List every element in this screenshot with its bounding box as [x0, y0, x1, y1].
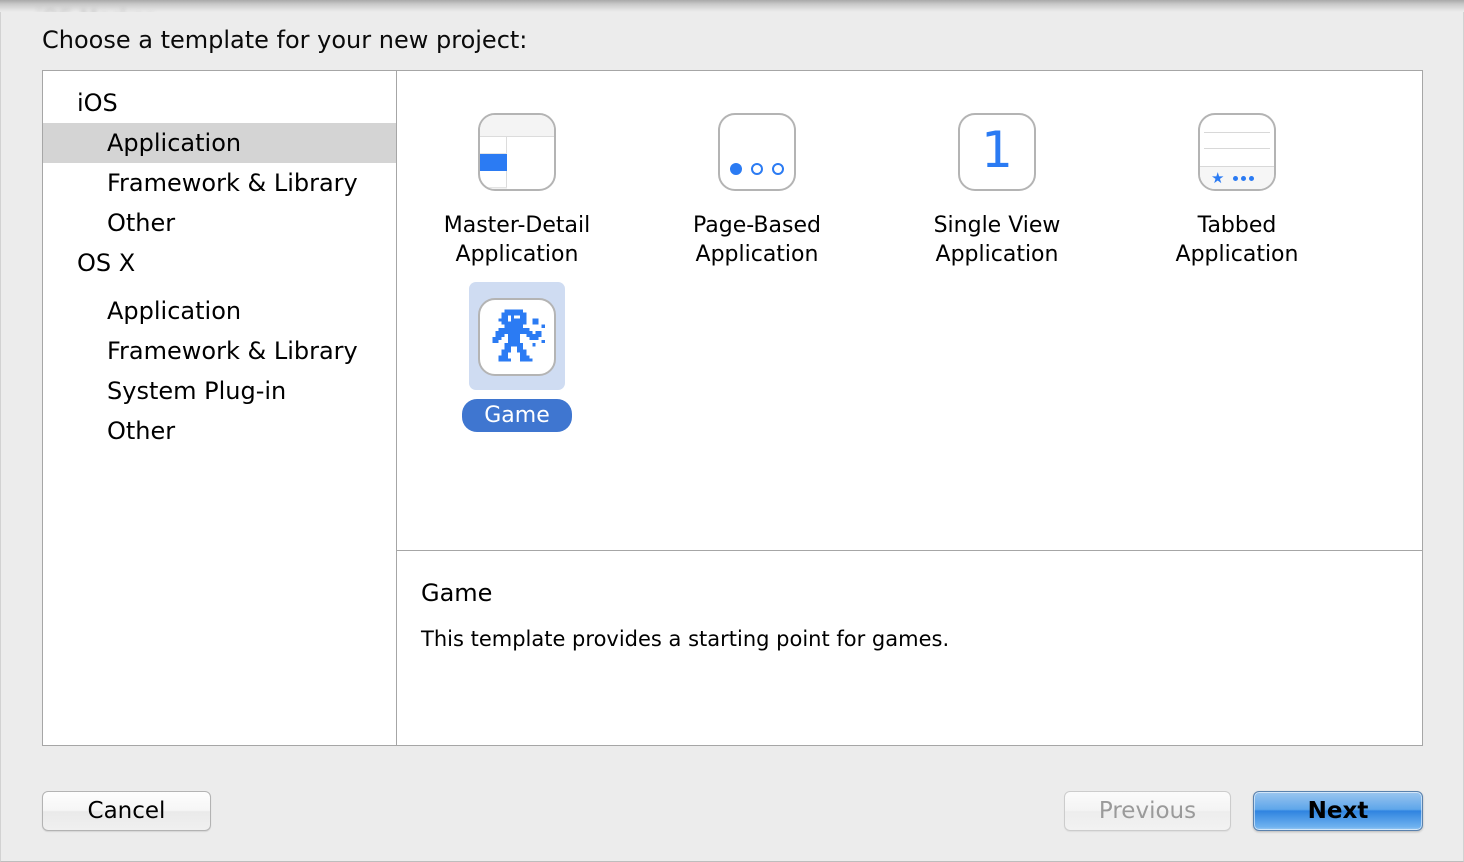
- sidebar-item-osx-framework-library[interactable]: Framework & Library: [43, 331, 396, 371]
- previous-button[interactable]: Previous: [1064, 791, 1231, 831]
- template-pane: Master-Detail Application Page-Based App…: [397, 71, 1422, 745]
- window-title-bar: [0, 0, 1464, 12]
- page-title: Choose a template for your new project:: [42, 26, 528, 54]
- sidebar-item-label: Application: [107, 297, 242, 325]
- description-title: Game: [421, 579, 493, 607]
- game-robot-icon: [478, 298, 556, 376]
- template-icon-wrap: [709, 97, 805, 205]
- sidebar-item-ios-application[interactable]: Application: [43, 123, 396, 163]
- more-dots-icon: [1233, 175, 1255, 181]
- template-tile-label: Page-Based Application: [693, 213, 821, 267]
- template-description-panel: Game This template provides a starting p…: [397, 550, 1422, 745]
- sidebar-group-label: iOS: [77, 89, 118, 117]
- template-chooser-content: iOS Application Framework & Library Othe…: [42, 70, 1423, 746]
- template-tile-label: Single View Application: [933, 213, 1061, 267]
- single-view-number: 1: [981, 121, 1013, 179]
- platform-category-sidebar[interactable]: iOS Application Framework & Library Othe…: [43, 71, 397, 745]
- star-icon: ★: [1211, 168, 1225, 187]
- template-tile-tabbed[interactable]: ★ Tabbed Application: [1117, 97, 1357, 282]
- description-body: This template provides a starting point …: [421, 627, 950, 651]
- cancel-button[interactable]: Cancel: [42, 791, 211, 831]
- new-project-template-dialog: Choose a template for your new project: …: [0, 12, 1464, 862]
- sidebar-item-label: Framework & Library: [107, 337, 358, 365]
- sidebar-item-label: Framework & Library: [107, 169, 358, 197]
- tabbed-icon: ★: [1198, 113, 1276, 191]
- template-tile-game[interactable]: Game: [397, 282, 637, 467]
- sidebar-item-osx-other[interactable]: Other: [43, 411, 396, 451]
- single-view-icon: 1: [958, 113, 1036, 191]
- sidebar-item-label: System Plug-in: [107, 377, 287, 405]
- sidebar-item-label: Other: [107, 209, 176, 237]
- template-tile-label: Tabbed Application: [1175, 213, 1299, 267]
- template-icon-wrap: 1: [949, 97, 1045, 205]
- template-tile-label: Game: [462, 399, 572, 432]
- template-tile-master-detail[interactable]: Master-Detail Application: [397, 97, 637, 282]
- sidebar-group-label: OS X: [77, 249, 136, 277]
- master-detail-icon: [478, 113, 556, 191]
- sidebar-item-label: Other: [107, 417, 176, 445]
- sidebar-item-label: Application: [107, 129, 242, 157]
- sidebar-item-ios-framework-library[interactable]: Framework & Library: [43, 163, 396, 203]
- sidebar-group-ios[interactable]: iOS: [43, 83, 396, 123]
- template-tile-label: Master-Detail Application: [443, 213, 591, 267]
- template-grid: Master-Detail Application Page-Based App…: [397, 71, 1422, 550]
- page-based-icon: [718, 113, 796, 191]
- sidebar-item-osx-system-plugin[interactable]: System Plug-in: [43, 371, 396, 411]
- sidebar-item-ios-other[interactable]: Other: [43, 203, 396, 243]
- sidebar-item-osx-application[interactable]: Application: [43, 291, 396, 331]
- template-tile-page-based[interactable]: Page-Based Application: [637, 97, 877, 282]
- template-icon-wrap-selected: [469, 282, 565, 390]
- sidebar-group-osx[interactable]: OS X: [43, 243, 396, 283]
- template-icon-wrap: ★: [1189, 97, 1285, 205]
- next-button[interactable]: Next: [1253, 791, 1423, 831]
- template-icon-wrap: [469, 97, 565, 205]
- template-tile-single-view[interactable]: 1 Single View Application: [877, 97, 1117, 282]
